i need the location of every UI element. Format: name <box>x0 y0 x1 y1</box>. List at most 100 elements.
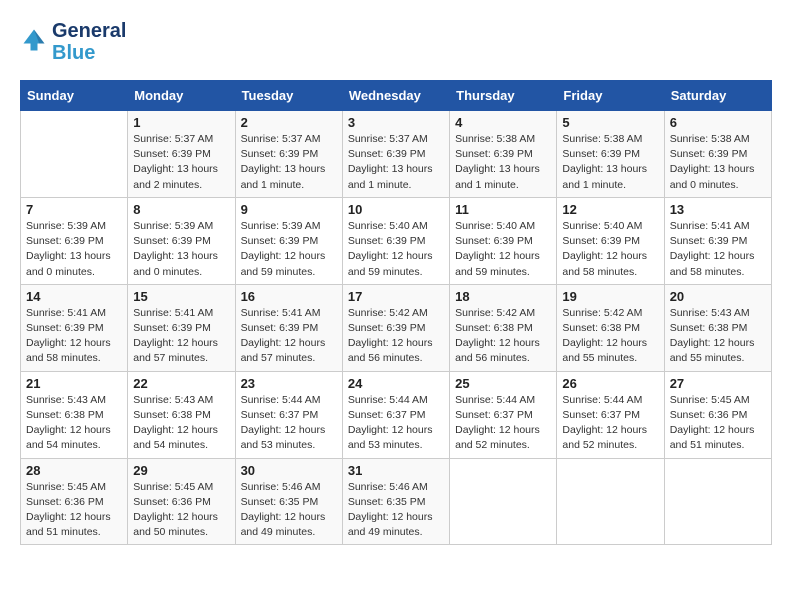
calendar-cell: 2 Sunrise: 5:37 AM Sunset: 6:39 PM Daylig… <box>235 111 342 198</box>
logo-icon <box>20 26 48 54</box>
weekday-header: Monday <box>128 81 235 111</box>
day-number: 2 <box>241 115 337 130</box>
calendar-cell <box>450 458 557 545</box>
calendar-week: 1 Sunrise: 5:37 AM Sunset: 6:39 PM Daylig… <box>21 111 772 198</box>
day-number: 30 <box>241 463 337 478</box>
logo-text: General Blue <box>52 20 126 64</box>
calendar-week: 7 Sunrise: 5:39 AM Sunset: 6:39 PM Daylig… <box>21 197 772 284</box>
day-info: Sunrise: 5:40 AM Sunset: 6:39 PM Dayligh… <box>562 219 658 280</box>
day-info: Sunrise: 5:39 AM Sunset: 6:39 PM Dayligh… <box>133 219 229 280</box>
calendar-cell: 10 Sunrise: 5:40 AM Sunset: 6:39 PM Dayli… <box>342 197 449 284</box>
calendar-cell: 27Sunrise: 5:45 AM Sunset: 6:36 PM Dayli… <box>664 371 771 458</box>
calendar-table: SundayMondayTuesdayWednesdayThursdayFrid… <box>20 80 772 545</box>
day-number: 12 <box>562 202 658 217</box>
calendar-cell <box>664 458 771 545</box>
calendar-cell: 24 Sunrise: 5:44 AM Sunset: 6:37 PM Dayli… <box>342 371 449 458</box>
day-info: Sunrise: 5:41 AM Sunset: 6:39 PM Dayligh… <box>241 306 337 367</box>
day-info: Sunrise: 5:44 AM Sunset: 6:37 PM Dayligh… <box>455 393 551 454</box>
day-info: Sunrise: 5:42 AM Sunset: 6:38 PM Dayligh… <box>562 306 658 367</box>
calendar-cell <box>21 111 128 198</box>
day-info: Sunrise: 5:43 AM Sunset: 6:38 PM Dayligh… <box>670 306 766 367</box>
calendar-week: 14 Sunrise: 5:41 AM Sunset: 6:39 PM Dayli… <box>21 284 772 371</box>
calendar-cell: 9Sunrise: 5:39 AM Sunset: 6:39 PM Daylig… <box>235 197 342 284</box>
logo: General Blue <box>20 20 126 64</box>
day-number: 7 <box>26 202 122 217</box>
day-number: 1 <box>133 115 229 130</box>
day-info: Sunrise: 5:46 AM Sunset: 6:35 PM Dayligh… <box>348 480 444 541</box>
day-number: 3 <box>348 115 444 130</box>
calendar-cell: 18 Sunrise: 5:42 AM Sunset: 6:38 PM Dayli… <box>450 284 557 371</box>
calendar-cell: 6 Sunrise: 5:38 AM Sunset: 6:39 PM Daylig… <box>664 111 771 198</box>
calendar-cell: 23 Sunrise: 5:44 AM Sunset: 6:37 PM Dayli… <box>235 371 342 458</box>
weekday-header: Sunday <box>21 81 128 111</box>
day-info: Sunrise: 5:43 AM Sunset: 6:38 PM Dayligh… <box>133 393 229 454</box>
day-number: 24 <box>348 376 444 391</box>
calendar-cell: 13 Sunrise: 5:41 AM Sunset: 6:39 PM Dayli… <box>664 197 771 284</box>
weekday-header: Friday <box>557 81 664 111</box>
day-info: Sunrise: 5:45 AM Sunset: 6:36 PM Dayligh… <box>26 480 122 541</box>
day-info: Sunrise: 5:38 AM Sunset: 6:39 PM Dayligh… <box>670 132 766 193</box>
day-info: Sunrise: 5:39 AM Sunset: 6:39 PM Dayligh… <box>26 219 122 280</box>
day-info: Sunrise: 5:44 AM Sunset: 6:37 PM Dayligh… <box>348 393 444 454</box>
calendar-header: SundayMondayTuesdayWednesdayThursdayFrid… <box>21 81 772 111</box>
calendar-cell: 15 Sunrise: 5:41 AM Sunset: 6:39 PM Dayli… <box>128 284 235 371</box>
calendar-cell: 22 Sunrise: 5:43 AM Sunset: 6:38 PM Dayli… <box>128 371 235 458</box>
day-number: 11 <box>455 202 551 217</box>
day-info: Sunrise: 5:42 AM Sunset: 6:38 PM Dayligh… <box>455 306 551 367</box>
day-number: 26 <box>562 376 658 391</box>
day-number: 20 <box>670 289 766 304</box>
weekday-header: Wednesday <box>342 81 449 111</box>
day-info: Sunrise: 5:40 AM Sunset: 6:39 PM Dayligh… <box>455 219 551 280</box>
day-number: 25 <box>455 376 551 391</box>
day-number: 15 <box>133 289 229 304</box>
day-number: 4 <box>455 115 551 130</box>
weekday-header: Tuesday <box>235 81 342 111</box>
day-number: 21 <box>26 376 122 391</box>
day-number: 31 <box>348 463 444 478</box>
calendar-cell: 25 Sunrise: 5:44 AM Sunset: 6:37 PM Dayli… <box>450 371 557 458</box>
day-number: 28 <box>26 463 122 478</box>
calendar-cell: 20 Sunrise: 5:43 AM Sunset: 6:38 PM Dayli… <box>664 284 771 371</box>
calendar-week: 28 Sunrise: 5:45 AM Sunset: 6:36 PM Dayli… <box>21 458 772 545</box>
calendar-cell: 29Sunrise: 5:45 AM Sunset: 6:36 PM Dayli… <box>128 458 235 545</box>
calendar-cell: 21 Sunrise: 5:43 AM Sunset: 6:38 PM Dayli… <box>21 371 128 458</box>
day-info: Sunrise: 5:41 AM Sunset: 6:39 PM Dayligh… <box>133 306 229 367</box>
weekday-header: Saturday <box>664 81 771 111</box>
calendar-cell: 5 Sunrise: 5:38 AM Sunset: 6:39 PM Daylig… <box>557 111 664 198</box>
calendar-week: 21 Sunrise: 5:43 AM Sunset: 6:38 PM Dayli… <box>21 371 772 458</box>
calendar-cell: 26 Sunrise: 5:44 AM Sunset: 6:37 PM Dayli… <box>557 371 664 458</box>
day-info: Sunrise: 5:41 AM Sunset: 6:39 PM Dayligh… <box>26 306 122 367</box>
day-number: 22 <box>133 376 229 391</box>
day-info: Sunrise: 5:44 AM Sunset: 6:37 PM Dayligh… <box>241 393 337 454</box>
day-number: 14 <box>26 289 122 304</box>
day-number: 8 <box>133 202 229 217</box>
day-info: Sunrise: 5:43 AM Sunset: 6:38 PM Dayligh… <box>26 393 122 454</box>
day-info: Sunrise: 5:37 AM Sunset: 6:39 PM Dayligh… <box>241 132 337 193</box>
day-number: 18 <box>455 289 551 304</box>
calendar-cell: 17Sunrise: 5:42 AM Sunset: 6:39 PM Dayli… <box>342 284 449 371</box>
calendar-cell: 4 Sunrise: 5:38 AM Sunset: 6:39 PM Daylig… <box>450 111 557 198</box>
day-number: 10 <box>348 202 444 217</box>
calendar-cell: 7 Sunrise: 5:39 AM Sunset: 6:39 PM Daylig… <box>21 197 128 284</box>
day-info: Sunrise: 5:37 AM Sunset: 6:39 PM Dayligh… <box>133 132 229 193</box>
calendar-cell: 12 Sunrise: 5:40 AM Sunset: 6:39 PM Dayli… <box>557 197 664 284</box>
day-info: Sunrise: 5:44 AM Sunset: 6:37 PM Dayligh… <box>562 393 658 454</box>
day-info: Sunrise: 5:38 AM Sunset: 6:39 PM Dayligh… <box>562 132 658 193</box>
calendar-cell: 3Sunrise: 5:37 AM Sunset: 6:39 PM Daylig… <box>342 111 449 198</box>
day-number: 23 <box>241 376 337 391</box>
day-info: Sunrise: 5:40 AM Sunset: 6:39 PM Dayligh… <box>348 219 444 280</box>
day-number: 13 <box>670 202 766 217</box>
calendar-cell: 8 Sunrise: 5:39 AM Sunset: 6:39 PM Daylig… <box>128 197 235 284</box>
calendar-cell: 1 Sunrise: 5:37 AM Sunset: 6:39 PM Daylig… <box>128 111 235 198</box>
day-number: 5 <box>562 115 658 130</box>
day-number: 6 <box>670 115 766 130</box>
calendar-cell: 11 Sunrise: 5:40 AM Sunset: 6:39 PM Dayli… <box>450 197 557 284</box>
day-info: Sunrise: 5:38 AM Sunset: 6:39 PM Dayligh… <box>455 132 551 193</box>
day-number: 9 <box>241 202 337 217</box>
calendar-cell: 30Sunrise: 5:46 AM Sunset: 6:35 PM Dayli… <box>235 458 342 545</box>
day-number: 17 <box>348 289 444 304</box>
day-info: Sunrise: 5:45 AM Sunset: 6:36 PM Dayligh… <box>670 393 766 454</box>
day-info: Sunrise: 5:41 AM Sunset: 6:39 PM Dayligh… <box>670 219 766 280</box>
day-info: Sunrise: 5:45 AM Sunset: 6:36 PM Dayligh… <box>133 480 229 541</box>
calendar-cell: 14 Sunrise: 5:41 AM Sunset: 6:39 PM Dayli… <box>21 284 128 371</box>
